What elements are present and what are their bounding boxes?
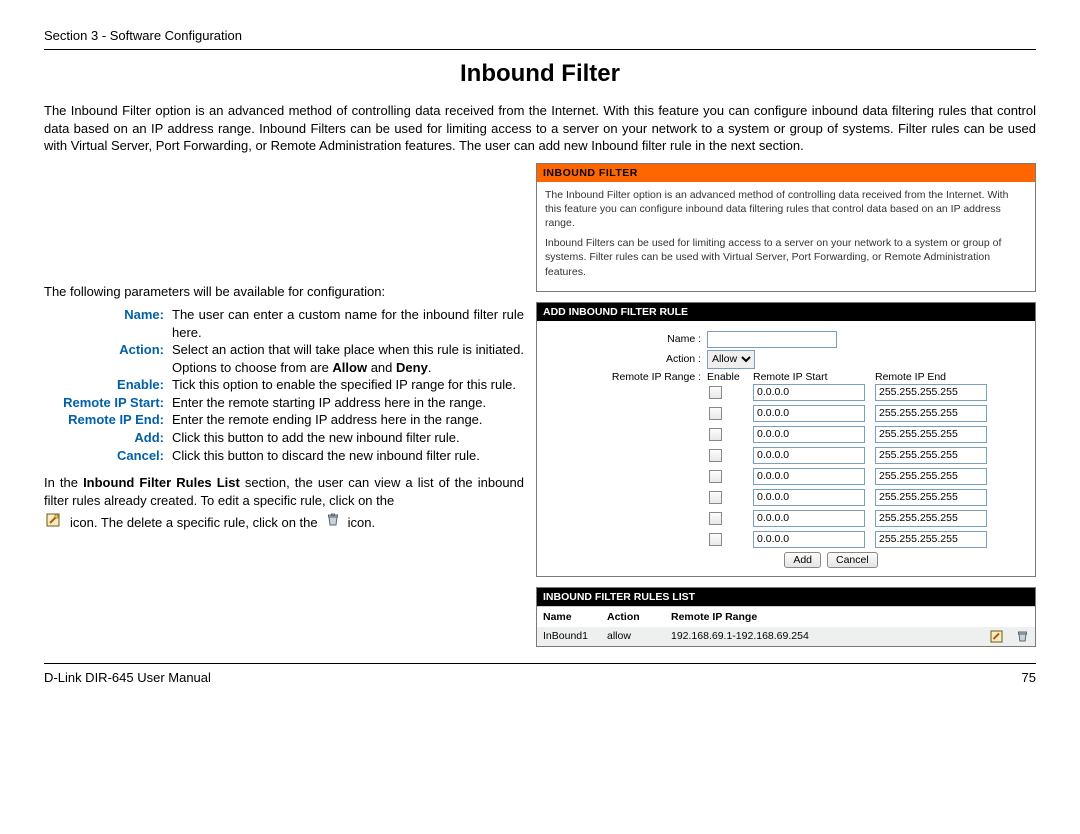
icon-note-text-1: icon. The delete a specific rule, click … <box>70 514 318 532</box>
rules-intro-pre: In the <box>44 475 83 490</box>
rules-list-intro: In the Inbound Filter Rules List section… <box>44 474 524 509</box>
param-add-desc: Click this button to add the new inbound… <box>172 429 524 447</box>
table-row: InBound1allow192.168.69.1-192.168.69.254 <box>537 627 1035 646</box>
form-range-label: Remote IP Range : <box>547 371 707 383</box>
trash-icon <box>326 513 340 532</box>
param-end-desc: Enter the remote ending IP address here … <box>172 411 524 429</box>
ip-range-row <box>547 426 1025 443</box>
remote-ip-start-input[interactable] <box>753 384 865 401</box>
param-enable-desc: Tick this option to enable the specified… <box>172 376 524 394</box>
enable-checkbox[interactable] <box>709 512 722 525</box>
inbound-filter-panel: INBOUND FILTER The Inbound Filter option… <box>536 163 1036 292</box>
ip-range-row <box>547 489 1025 506</box>
enable-checkbox[interactable] <box>709 407 722 420</box>
remote-ip-end-input[interactable] <box>875 384 987 401</box>
page-title: Inbound Filter <box>44 60 1036 88</box>
edit-icon <box>46 513 62 532</box>
param-end-label: Remote IP End: <box>44 411 172 429</box>
ip-range-row <box>547 510 1025 527</box>
enable-checkbox[interactable] <box>709 386 722 399</box>
param-name-desc: The user can enter a custom name for the… <box>172 306 524 341</box>
enable-checkbox[interactable] <box>709 470 722 483</box>
param-enable-label: Enable: <box>44 376 172 394</box>
enable-checkbox[interactable] <box>709 533 722 546</box>
top-divider <box>44 49 1036 50</box>
enable-checkbox[interactable] <box>709 449 722 462</box>
param-cancel-label: Cancel: <box>44 447 172 465</box>
params-intro: The following parameters will be availab… <box>44 283 524 301</box>
form-name-label: Name : <box>547 333 707 345</box>
rules-col-action: Action <box>601 606 665 627</box>
icon-note-text-2: icon. <box>348 514 375 532</box>
param-name-label: Name: <box>44 306 172 341</box>
remote-ip-start-input[interactable] <box>753 531 865 548</box>
remote-ip-end-input[interactable] <box>875 426 987 443</box>
rules-col-name: Name <box>537 606 601 627</box>
param-start-label: Remote IP Start: <box>44 394 172 412</box>
col-end: Remote IP End <box>875 371 997 383</box>
ip-range-row <box>547 531 1025 548</box>
add-filter-rule-header: ADD INBOUND FILTER RULE <box>537 303 1035 321</box>
param-action-deny: Deny <box>396 360 428 375</box>
remote-ip-end-input[interactable] <box>875 468 987 485</box>
trash-icon[interactable] <box>1016 630 1029 643</box>
rule-action: allow <box>601 627 665 646</box>
ip-range-row <box>547 405 1025 422</box>
inbound-filter-desc-1: The Inbound Filter option is an advanced… <box>545 188 1027 231</box>
action-select[interactable]: Allow <box>707 350 755 369</box>
remote-ip-end-input[interactable] <box>875 405 987 422</box>
add-filter-rule-panel: ADD INBOUND FILTER RULE Name : Action : … <box>536 302 1036 577</box>
name-input[interactable] <box>707 331 837 348</box>
inbound-filter-panel-header: INBOUND FILTER <box>537 164 1035 182</box>
remote-ip-end-input[interactable] <box>875 510 987 527</box>
ip-range-row <box>547 384 1025 401</box>
param-cancel-desc: Click this button to discard the new inb… <box>172 447 524 465</box>
cancel-button[interactable]: Cancel <box>827 552 878 568</box>
param-action-post: . <box>428 360 432 375</box>
param-action-label: Action: <box>44 341 172 376</box>
edit-icon[interactable] <box>990 630 1004 643</box>
remote-ip-start-input[interactable] <box>753 468 865 485</box>
rules-intro-bold: Inbound Filter Rules List <box>83 475 240 490</box>
rule-range: 192.168.69.1-192.168.69.254 <box>665 627 984 646</box>
col-enable: Enable <box>707 371 753 383</box>
param-start-desc: Enter the remote starting IP address her… <box>172 394 524 412</box>
remote-ip-start-input[interactable] <box>753 447 865 464</box>
remote-ip-start-input[interactable] <box>753 489 865 506</box>
enable-checkbox[interactable] <box>709 428 722 441</box>
rules-col-range: Remote IP Range <box>665 606 984 627</box>
remote-ip-end-input[interactable] <box>875 447 987 464</box>
rules-list-panel: INBOUND FILTER RULES LIST Name Action Re… <box>536 587 1036 647</box>
form-action-label: Action : <box>547 353 707 365</box>
param-action-allow: Allow <box>332 360 367 375</box>
rule-name: InBound1 <box>537 627 601 646</box>
intro-paragraph: The Inbound Filter option is an advanced… <box>44 102 1036 155</box>
remote-ip-end-input[interactable] <box>875 489 987 506</box>
bottom-divider <box>44 663 1036 664</box>
remote-ip-start-input[interactable] <box>753 510 865 527</box>
footer-manual: D-Link DIR-645 User Manual <box>44 670 211 685</box>
remote-ip-end-input[interactable] <box>875 531 987 548</box>
remote-ip-start-input[interactable] <box>753 405 865 422</box>
param-action-mid: and <box>367 360 396 375</box>
ip-range-row <box>547 468 1025 485</box>
param-action-desc: Select an action that will take place wh… <box>172 341 524 376</box>
col-start: Remote IP Start <box>753 371 875 383</box>
param-add-label: Add: <box>44 429 172 447</box>
icon-note-line: icon. The delete a specific rule, click … <box>44 513 375 532</box>
inbound-filter-desc-2: Inbound Filters can be used for limiting… <box>545 236 1027 279</box>
rules-list-header: INBOUND FILTER RULES LIST <box>537 588 1035 606</box>
section-header: Section 3 - Software Configuration <box>44 28 1036 43</box>
parameter-table: Name: The user can enter a custom name f… <box>44 306 524 464</box>
add-button[interactable]: Add <box>784 552 821 568</box>
ip-range-row <box>547 447 1025 464</box>
remote-ip-start-input[interactable] <box>753 426 865 443</box>
enable-checkbox[interactable] <box>709 491 722 504</box>
footer-page-number: 75 <box>1022 670 1036 685</box>
